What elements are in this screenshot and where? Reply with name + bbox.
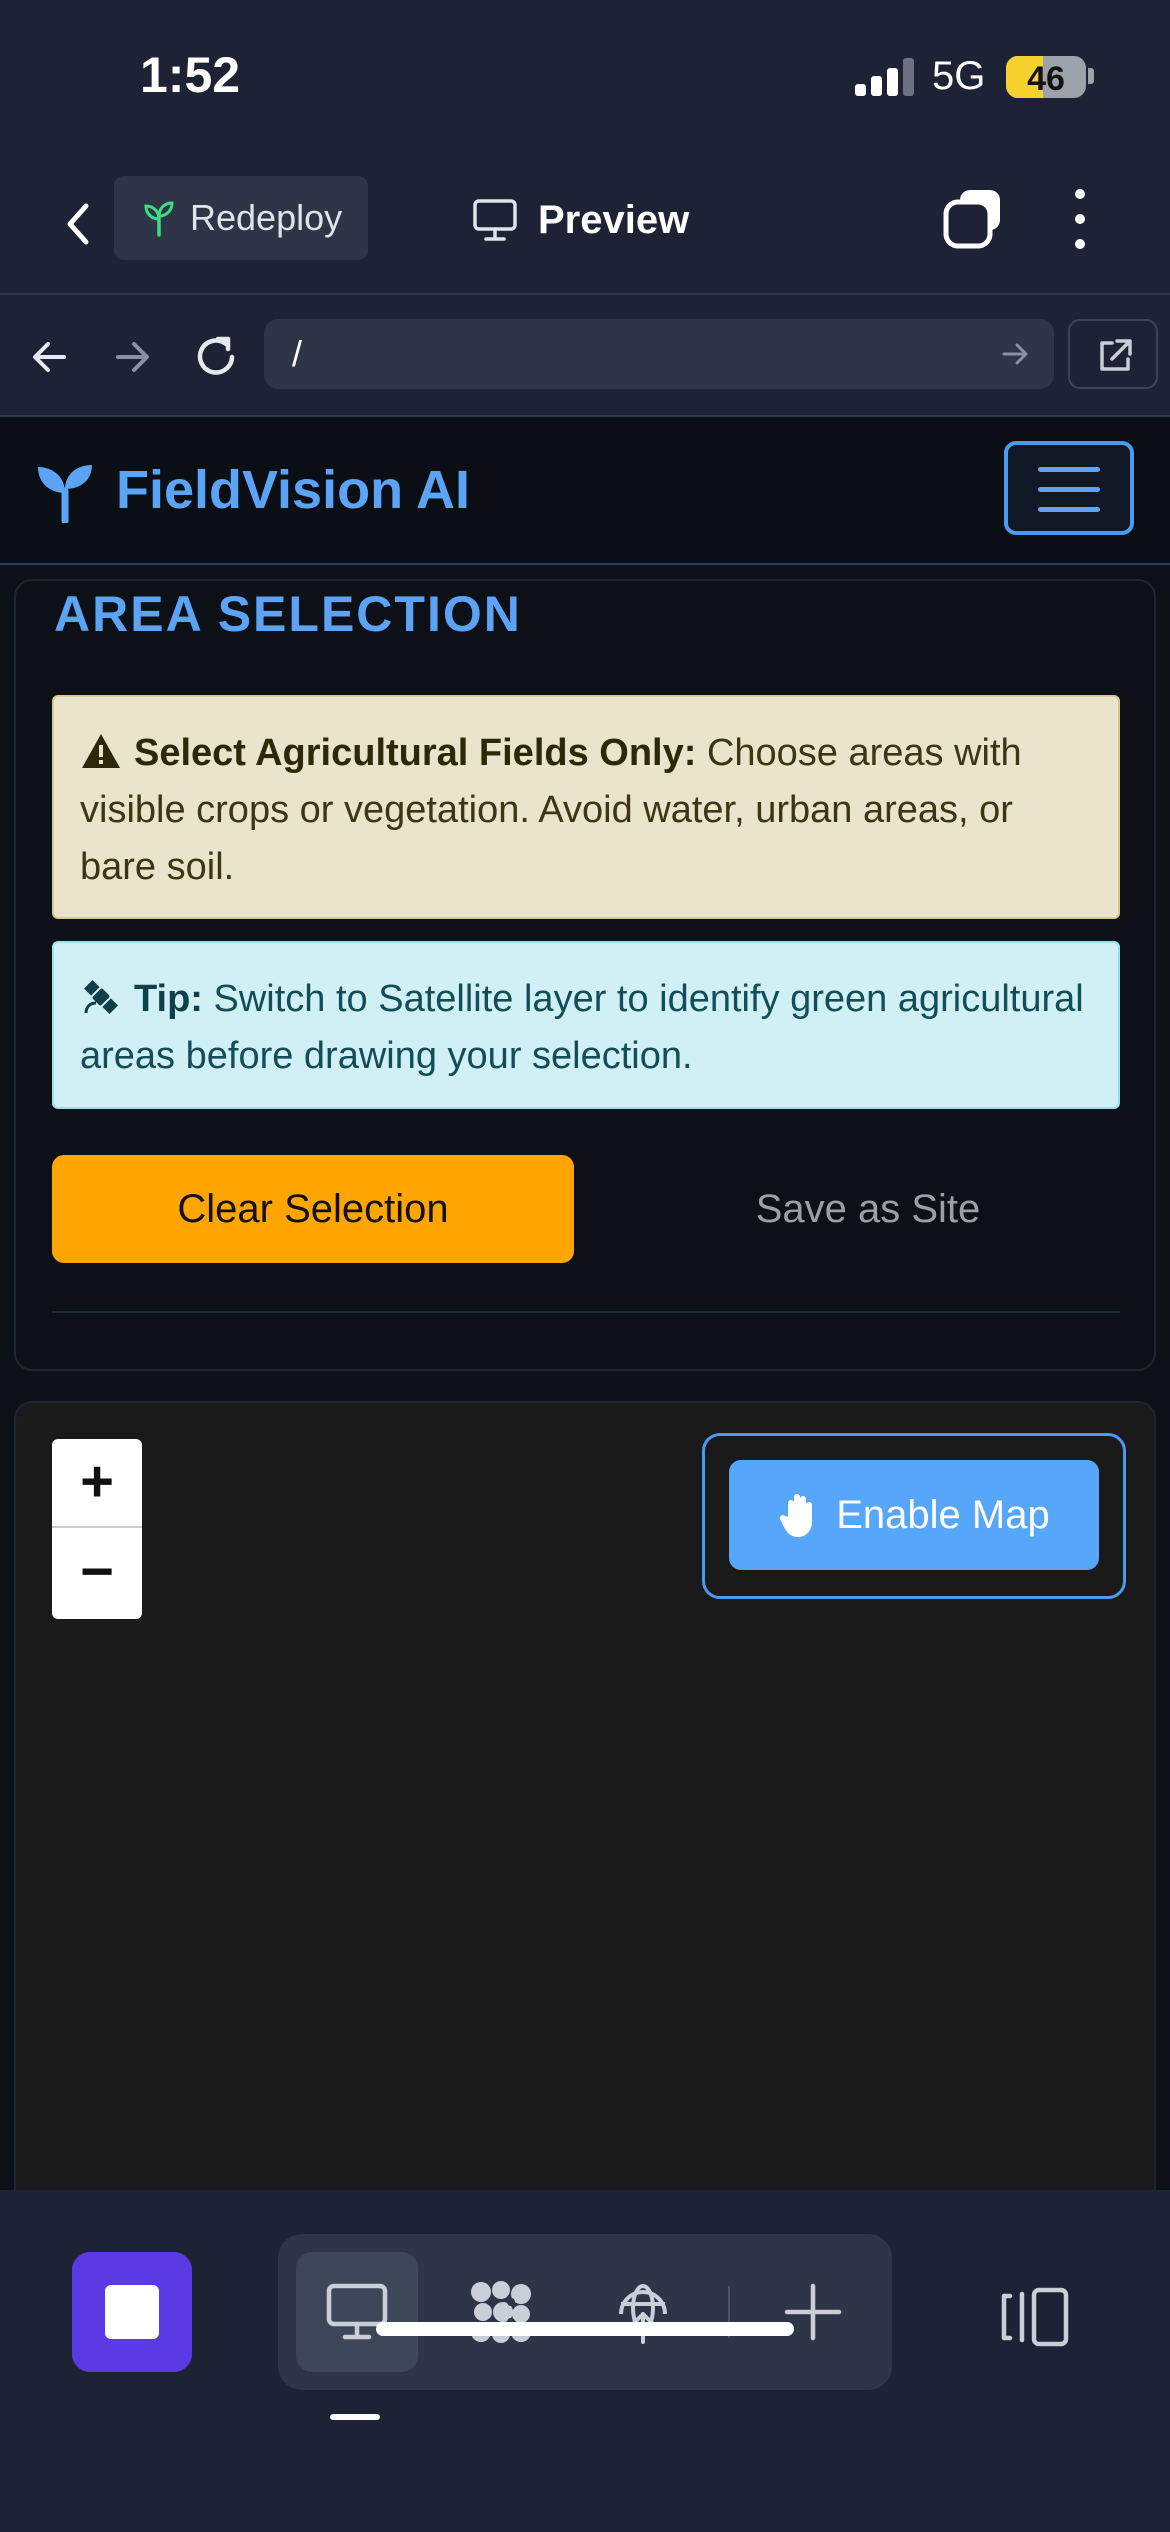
arrow-right-icon[interactable] <box>996 335 1034 373</box>
reload-button[interactable] <box>186 327 246 387</box>
warning-alert: Select Agricultural Fields Only: Choose … <box>52 695 1120 919</box>
tab-add[interactable] <box>752 2252 874 2372</box>
enable-map-button[interactable]: Enable Map <box>729 1460 1099 1570</box>
arrow-right-icon <box>116 342 149 372</box>
open-external-button[interactable] <box>1068 319 1158 389</box>
battery-tip <box>1088 68 1094 84</box>
arrow-left-icon <box>33 342 66 372</box>
signal-icon <box>855 58 915 96</box>
monitor-icon <box>473 199 517 241</box>
sprout-icon <box>144 201 174 237</box>
battery-icon: 46 <box>1006 56 1086 98</box>
enable-map-label: Enable Map <box>836 1492 1050 1537</box>
url-input[interactable]: / <box>264 319 1054 389</box>
url-bar: / <box>0 297 1170 417</box>
preview-label: Preview <box>538 197 690 242</box>
enable-map-focus-ring: Enable Map <box>702 1433 1126 1599</box>
zoom-out-button[interactable]: − <box>52 1529 142 1618</box>
back-button[interactable] <box>50 194 110 254</box>
zoom-control: + − <box>52 1439 142 1619</box>
panel-layout-icon <box>1001 2287 1069 2347</box>
plus-icon <box>784 2283 842 2341</box>
panel-toggle-button[interactable] <box>996 2282 1076 2352</box>
preview-tab[interactable]: Preview <box>472 190 689 250</box>
area-selection-card: AREA SELECTION Select Agricultural Field… <box>14 579 1156 1371</box>
save-as-site-button[interactable]: Save as Site <box>616 1155 1120 1263</box>
tip-title: Tip: <box>134 978 203 1020</box>
nav-forward-button[interactable] <box>102 327 162 387</box>
network-type: 5G <box>932 54 986 98</box>
stop-icon <box>105 2285 159 2339</box>
satellite-icon <box>84 980 118 1014</box>
tip-alert: Tip: Switch to Satellite layer to identi… <box>52 941 1120 1109</box>
home-indicator <box>376 2322 794 2336</box>
tab-preview[interactable] <box>296 2252 418 2372</box>
redeploy-label: Redeploy <box>190 197 343 238</box>
tip-text: Switch to Satellite layer to identify gr… <box>80 978 1084 1077</box>
active-tab-indicator <box>330 2414 380 2420</box>
status-bar: 1:52 5G 46 <box>0 0 1170 150</box>
bottom-bar <box>0 2190 1170 2532</box>
external-link-icon <box>1100 339 1132 371</box>
redeploy-button[interactable]: Redeploy <box>114 176 368 260</box>
url-text: / <box>292 333 303 374</box>
warning-title: Select Agricultural Fields Only: <box>134 732 697 774</box>
tab-deploy[interactable] <box>582 2252 704 2372</box>
menu-toggle-button[interactable] <box>1004 441 1134 535</box>
brand-name[interactable]: FieldVision AI <box>116 459 470 521</box>
nav-back-button[interactable] <box>20 327 80 387</box>
map-container[interactable]: + − Enable Map <box>14 1401 1156 2190</box>
more-vertical-icon <box>1075 189 1085 249</box>
more-options-button[interactable] <box>1062 184 1098 254</box>
tab-workspace[interactable] <box>440 2252 562 2372</box>
tabs-button[interactable] <box>940 186 1006 252</box>
seedling-icon <box>38 465 92 523</box>
web-page: FieldVision AI AREA SELECTION Select Agr… <box>0 417 1170 2190</box>
divider <box>52 1311 1120 1313</box>
reload-icon <box>197 336 235 375</box>
clear-selection-button[interactable]: Clear Selection <box>52 1155 574 1263</box>
stop-button[interactable] <box>72 2252 192 2372</box>
hand-icon <box>780 1494 813 1537</box>
app-toolbar: Redeploy Preview <box>0 150 1170 295</box>
bottom-tab-group <box>278 2234 892 2390</box>
app-header: FieldVision AI <box>0 417 1170 565</box>
status-time: 1:52 <box>140 47 241 103</box>
section-title: AREA SELECTION <box>54 586 522 642</box>
battery-level: 46 <box>1027 60 1065 98</box>
tabs-icon <box>943 190 1000 249</box>
zoom-in-button[interactable]: + <box>52 1439 142 1528</box>
chevron-left-icon <box>67 203 89 245</box>
warning-triangle-icon <box>82 734 120 768</box>
